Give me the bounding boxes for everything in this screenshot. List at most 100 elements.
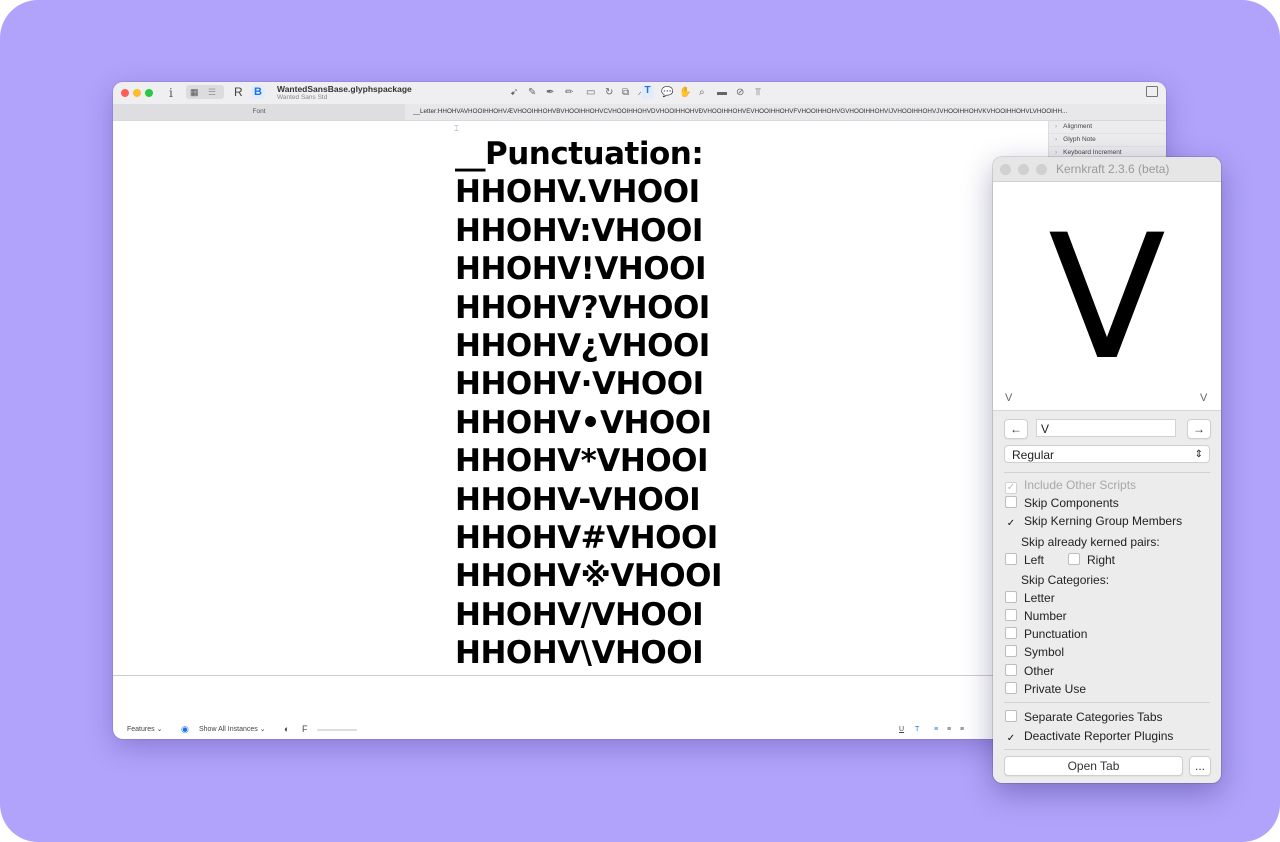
checkbox-box — [1068, 553, 1080, 565]
kernkraft-zoom-button[interactable] — [1036, 164, 1047, 175]
preview-glyph: V — [1048, 197, 1166, 398]
tab-bar: Font __Letter:HHOHVAVHOOIHHOHVÆVHOOIHHOH… — [113, 104, 1166, 121]
sample-line: HHOHV-VHOOI — [455, 481, 701, 518]
select-tool-icon[interactable]: ➹ — [510, 87, 518, 99]
divider — [1004, 472, 1210, 473]
skip-kerning-group-checkbox[interactable]: ✓ Skip Kerning Group Members — [1005, 513, 1182, 529]
font-size-slider[interactable] — [317, 729, 357, 731]
sample-line: HHOHV#VHOOI — [455, 520, 718, 557]
master-select[interactable]: Regular ⇕ — [1004, 445, 1210, 463]
text-tool-small-icon[interactable]: T — [915, 725, 919, 735]
kernkraft-minimize-button[interactable] — [1018, 164, 1029, 175]
sample-line: __Punctuation: — [455, 136, 704, 172]
preview-toggle-icon[interactable]: ◐ — [284, 724, 289, 734]
category-symbol-checkbox[interactable]: Symbol — [1005, 644, 1064, 660]
sample-line: HHOHV/VHOOI — [455, 596, 704, 633]
align-left-icon[interactable]: ≡ — [934, 725, 938, 735]
include-other-scripts-checkbox[interactable]: ✓ Include Other Scripts — [1005, 477, 1137, 494]
pen-tool-icon[interactable]: ✒ — [546, 87, 554, 99]
skip-left-checkbox[interactable]: Left — [1005, 552, 1044, 568]
checkbox-label: Include Other Scripts — [1024, 478, 1137, 492]
sample-text: __Punctuation: HHOHV.VHOOI HHOHV:VHOOI H… — [455, 135, 723, 673]
pencil-tool-icon[interactable]: ✏ — [565, 87, 573, 99]
features-label: Features — [127, 726, 155, 733]
view-mode-toggle[interactable]: ▦ ☰ — [186, 85, 224, 99]
instances-menu[interactable]: Show All Instances ⌄ — [199, 725, 266, 735]
open-tab-button[interactable]: Open Tab — [1004, 756, 1183, 776]
checkbox-label: Left — [1024, 553, 1045, 567]
master-select-value: Regular — [1012, 448, 1055, 462]
checkbox-label: Symbol — [1024, 645, 1065, 659]
rectangle-tool-icon[interactable]: ▭ — [586, 87, 595, 99]
document-subtitle: Wanted Sans Std — [277, 94, 328, 101]
grid-view-icon[interactable]: ▦ — [190, 85, 199, 99]
text-metrics-icon[interactable]: ⫪ — [755, 87, 761, 99]
sample-line: HHOHV?VHOOI — [455, 289, 710, 326]
kernkraft-close-button[interactable] — [1000, 164, 1011, 175]
document-title: WantedSansBase.glyphspackage — [277, 84, 412, 94]
zoom-window-button[interactable] — [145, 89, 153, 97]
checkbox-label: Private Use — [1024, 682, 1087, 696]
features-menu[interactable]: Features ⌄ — [127, 725, 162, 735]
sample-line: HHOHV!VHOOI — [455, 251, 707, 288]
glyph-name-field[interactable]: V — [1036, 419, 1176, 437]
justify-icon[interactable]: ≡ — [960, 725, 964, 735]
edit-canvas[interactable]: ⌶ __Punctuation: HHOHV.VHOOI HHOHV:VHOOI… — [113, 121, 1048, 675]
eye-icon[interactable]: ◉ — [181, 724, 189, 734]
sample-line: HHOHV¿VHOOI — [455, 328, 710, 365]
rotate-tool-icon[interactable]: ↻ — [605, 87, 613, 99]
category-private-use-checkbox[interactable]: Private Use — [1005, 681, 1086, 697]
checkbox-label: Skip Components — [1024, 496, 1119, 510]
underline-icon[interactable]: U — [899, 725, 904, 735]
scale-tool-icon[interactable]: ⧉ — [622, 87, 629, 99]
list-view-icon[interactable]: ☰ — [208, 85, 216, 99]
reporter-tool-icon[interactable]: ⊘ — [736, 87, 744, 99]
checkbox-box — [1005, 591, 1017, 603]
skip-right-checkbox[interactable]: Right — [1068, 552, 1115, 568]
skip-components-checkbox[interactable]: Skip Components — [1005, 495, 1119, 511]
text-cursor-icon: ⌶ — [454, 124, 459, 133]
next-glyph-button[interactable]: → — [1187, 419, 1211, 439]
checkbox-box — [1005, 710, 1017, 722]
draw-tool-icon[interactable]: ✎ — [528, 87, 536, 99]
regular-style-button[interactable]: R — [234, 85, 243, 99]
measure-tool-icon[interactable]: ▬ — [717, 87, 727, 99]
checkmark-icon: ✓ — [1006, 733, 1016, 744]
annotation-tool-icon[interactable]: 💬 — [661, 87, 673, 99]
updown-chevron-icon: ⇕ — [1194, 449, 1203, 460]
panel-item-label: Glyph Note — [1063, 136, 1096, 143]
sidebar-toggle-icon[interactable] — [1146, 86, 1158, 97]
canvas-divider — [113, 675, 1048, 676]
kernkraft-panel: Kernkraft 2.3.6 (beta) V V V ← V → Regul… — [993, 157, 1221, 783]
tab-font[interactable]: Font — [113, 104, 405, 120]
tab-edit-view[interactable]: __Letter:HHOHVAVHOOIHHOHVÆVHOOIHHOHVBVHO… — [413, 104, 1158, 120]
sample-line: HHOHV\VHOOI — [455, 635, 704, 672]
close-window-button[interactable] — [121, 89, 129, 97]
info-icon[interactable]: i — [169, 86, 173, 100]
text-tool-icon[interactable]: T — [641, 85, 654, 99]
separate-tabs-checkbox[interactable]: Separate Categories Tabs — [1005, 709, 1163, 725]
panel-item-glyph-note[interactable]: › Glyph Note — [1049, 134, 1166, 147]
deactivate-plugins-checkbox[interactable]: ✓ Deactivate Reporter Plugins — [1005, 728, 1174, 744]
chevron-right-icon: › — [1055, 149, 1058, 156]
preview-left-glyph: V — [1005, 392, 1013, 404]
zoom-tool-icon[interactable]: ⌕ — [699, 87, 705, 99]
checkbox-box — [1005, 664, 1017, 676]
checkbox-label: Skip Kerning Group Members — [1024, 514, 1183, 528]
sample-line: HHOHV*VHOOI — [455, 443, 709, 480]
category-number-checkbox[interactable]: Number — [1005, 608, 1067, 624]
checkbox-label: Letter — [1024, 591, 1055, 605]
glyph-preview: V V V — [993, 182, 1221, 411]
category-punctuation-checkbox[interactable]: Punctuation — [1005, 626, 1087, 642]
hand-tool-icon[interactable]: ✋ — [679, 87, 691, 99]
more-options-button[interactable]: ... — [1189, 756, 1211, 776]
minimize-window-button[interactable] — [133, 89, 141, 97]
category-other-checkbox[interactable]: Other — [1005, 663, 1054, 679]
divider — [1004, 749, 1210, 750]
bold-style-button[interactable]: B — [251, 85, 265, 99]
title-bar: i ▦ ☰ R B WantedSansBase.glyphspackage W… — [113, 82, 1166, 105]
previous-glyph-button[interactable]: ← — [1004, 419, 1028, 439]
align-right-icon[interactable]: ≡ — [947, 725, 951, 735]
panel-item-alignment[interactable]: › Alignment — [1049, 121, 1166, 134]
category-letter-checkbox[interactable]: Letter — [1005, 590, 1055, 606]
